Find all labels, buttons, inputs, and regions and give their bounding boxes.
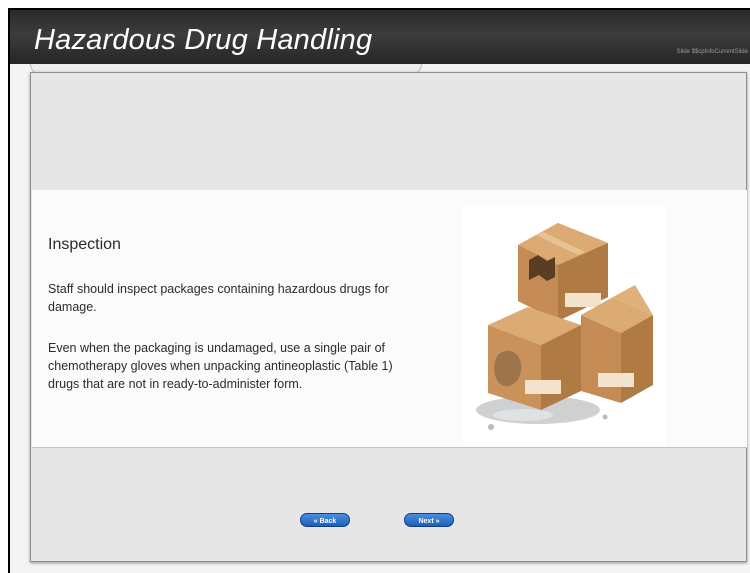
- damaged-boxes-illustration: [463, 205, 666, 445]
- paragraph-gloves: Even when the packaging is undamaged, us…: [48, 341, 393, 391]
- page-title: Hazardous Drug Handling: [34, 24, 373, 56]
- slide-info-text: Slide $$cpInfoCurrentSlide: [676, 49, 748, 55]
- section-heading: Inspection: [48, 236, 121, 253]
- spill-drop: [488, 424, 494, 430]
- spill-puddle-highlight: [493, 409, 553, 421]
- boxes-icon: [476, 223, 653, 430]
- right-box-label: [598, 373, 634, 387]
- spill-drop: [602, 414, 608, 420]
- top-box-label: [565, 293, 601, 307]
- left-box-label: [525, 380, 561, 394]
- next-button[interactable]: Next »: [404, 513, 454, 527]
- paragraph-inspect: Staff should inspect packages containing…: [48, 282, 389, 314]
- title-bar: Hazardous Drug Handling Slide $$cpInfoCu…: [10, 10, 750, 64]
- back-button[interactable]: « Back: [300, 513, 350, 527]
